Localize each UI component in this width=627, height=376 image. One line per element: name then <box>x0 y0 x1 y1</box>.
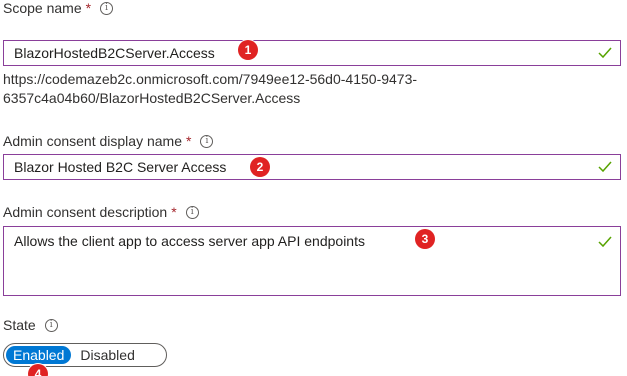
state-option-enabled[interactable]: Enabled <box>6 346 72 364</box>
check-icon <box>598 47 612 59</box>
admin-description-textarea[interactable]: Allows the client app to access server a… <box>3 226 621 296</box>
state-option-disabled[interactable]: Disabled <box>73 346 141 364</box>
state-label-text: State <box>3 317 36 333</box>
scope-name-label-text: Scope name <box>3 0 82 16</box>
admin-display-name-label-text: Admin consent display name <box>3 133 182 149</box>
info-icon[interactable]: i <box>185 205 199 219</box>
check-icon <box>598 236 612 248</box>
required-mark: * <box>186 133 192 149</box>
info-icon[interactable]: i <box>44 318 58 332</box>
info-icon[interactable]: i <box>200 134 214 148</box>
step-badge-3: 3 <box>415 229 435 249</box>
step-badge-1: 1 <box>238 40 258 60</box>
scope-name-label: Scope name * i <box>3 0 114 16</box>
scope-form: Scope name * i BlazorHostedB2CServer.Acc… <box>0 0 627 376</box>
admin-display-name-input[interactable]: Blazor Hosted B2C Server Access <box>3 154 621 180</box>
state-label: State i <box>3 317 58 333</box>
admin-description-value: Allows the client app to access server a… <box>14 233 365 249</box>
scope-full-uri: https://codemazeb2c.onmicrosoft.com/7949… <box>3 70 563 108</box>
admin-description-label: Admin consent description * i <box>3 204 199 220</box>
state-toggle[interactable]: Enabled Disabled <box>3 343 167 367</box>
step-badge-2: 2 <box>250 157 270 177</box>
check-icon <box>598 161 612 173</box>
admin-display-name-label: Admin consent display name * i <box>3 133 214 149</box>
scope-full-uri-line-1: https://codemazeb2c.onmicrosoft.com/7949… <box>3 71 418 87</box>
scope-name-value: BlazorHostedB2CServer.Access <box>14 45 215 61</box>
admin-description-label-text: Admin consent description <box>3 204 168 220</box>
scope-name-input[interactable]: BlazorHostedB2CServer.Access <box>3 40 621 66</box>
scope-full-uri-line-2: 6357c4a04b60/BlazorHostedB2CServer.Acces… <box>3 90 301 106</box>
info-icon[interactable]: i <box>100 1 114 15</box>
required-mark: * <box>85 0 92 16</box>
required-mark: * <box>171 204 177 220</box>
admin-display-name-value: Blazor Hosted B2C Server Access <box>14 159 227 175</box>
